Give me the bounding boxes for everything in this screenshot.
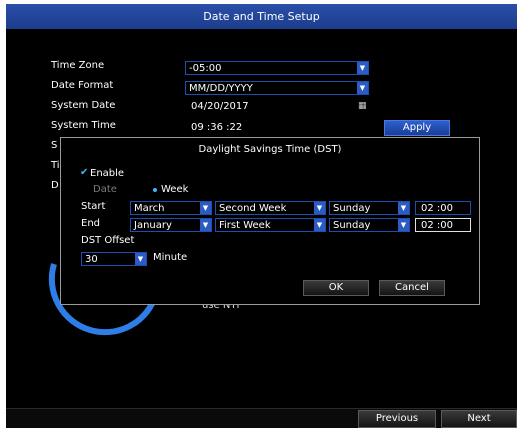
system-date-value[interactable]: 04/20/2017	[191, 101, 249, 112]
ok-button[interactable]: OK	[303, 280, 369, 296]
chevron-down-icon: ▼	[357, 62, 368, 74]
partial-label-2: Ti	[51, 160, 60, 171]
dst-dialog: Daylight Savings Time (DST) ✔ Enable Dat…	[60, 137, 480, 305]
date-format-value: MM/DD/YYYY	[189, 83, 253, 94]
mode-week-radio[interactable]: Week	[161, 184, 188, 195]
chevron-down-icon: ▼	[314, 219, 325, 231]
dst-offset-value: 30	[85, 254, 98, 265]
chevron-down-icon: ▼	[200, 202, 211, 214]
partial-label-3: D	[51, 180, 59, 191]
end-week-select[interactable]: First Week ▼	[215, 218, 326, 232]
start-week-value: Second Week	[219, 203, 287, 214]
partial-label-1: S	[51, 140, 58, 151]
cancel-button[interactable]: Cancel	[379, 280, 445, 296]
mode-date-radio[interactable]: Date	[93, 184, 117, 195]
end-day-value: Sunday	[333, 220, 371, 231]
dst-offset-label: DST Offset	[81, 235, 135, 246]
window-title: Date and Time Setup	[6, 4, 517, 29]
end-month-select[interactable]: January ▼	[130, 218, 212, 232]
time-zone-label: Time Zone	[51, 60, 105, 71]
end-week-value: First Week	[219, 220, 271, 231]
time-zone-select[interactable]: -05:00 ▼	[185, 61, 369, 75]
chevron-down-icon: ▼	[135, 253, 146, 265]
start-month-select[interactable]: March ▼	[130, 201, 212, 215]
end-month-value: January	[134, 220, 172, 231]
system-time-value[interactable]: 09 :36 :22	[191, 122, 242, 133]
previous-button[interactable]: Previous	[358, 410, 436, 428]
chevron-down-icon: ▼	[398, 202, 409, 214]
chevron-down-icon: ▼	[314, 202, 325, 214]
start-day-select[interactable]: Sunday ▼	[329, 201, 410, 215]
date-format-label: Date Format	[51, 80, 114, 91]
next-button[interactable]: Next	[441, 410, 517, 428]
start-month-value: March	[134, 203, 165, 214]
enable-label[interactable]: Enable	[90, 168, 124, 179]
apply-button[interactable]: Apply	[384, 120, 450, 136]
chevron-down-icon: ▼	[357, 82, 368, 94]
dialog-title: Daylight Savings Time (DST)	[198, 144, 342, 155]
end-day-select[interactable]: Sunday ▼	[329, 218, 410, 232]
start-time-input[interactable]: 02 :00	[415, 201, 471, 215]
start-week-select[interactable]: Second Week ▼	[215, 201, 326, 215]
end-label: End	[81, 218, 101, 229]
chevron-down-icon: ▼	[398, 219, 409, 231]
start-label: Start	[81, 201, 106, 212]
dst-offset-unit: Minute	[153, 252, 188, 263]
calendar-icon[interactable]: ▦	[358, 101, 367, 111]
start-day-value: Sunday	[333, 203, 371, 214]
radio-selected-icon[interactable]	[153, 188, 157, 192]
end-time-input[interactable]: 02 :00	[415, 218, 471, 232]
dvr-screen: Date and Time Setup Time Zone -05:00 ▼ D…	[6, 4, 517, 428]
check-icon[interactable]: ✔	[80, 167, 88, 178]
date-format-select[interactable]: MM/DD/YYYY ▼	[185, 81, 369, 95]
system-date-label: System Date	[51, 100, 116, 111]
chevron-down-icon: ▼	[200, 219, 211, 231]
time-zone-value: -05:00	[189, 63, 222, 74]
dst-offset-select[interactable]: 30 ▼	[81, 252, 147, 266]
system-time-label: System Time	[51, 120, 116, 131]
